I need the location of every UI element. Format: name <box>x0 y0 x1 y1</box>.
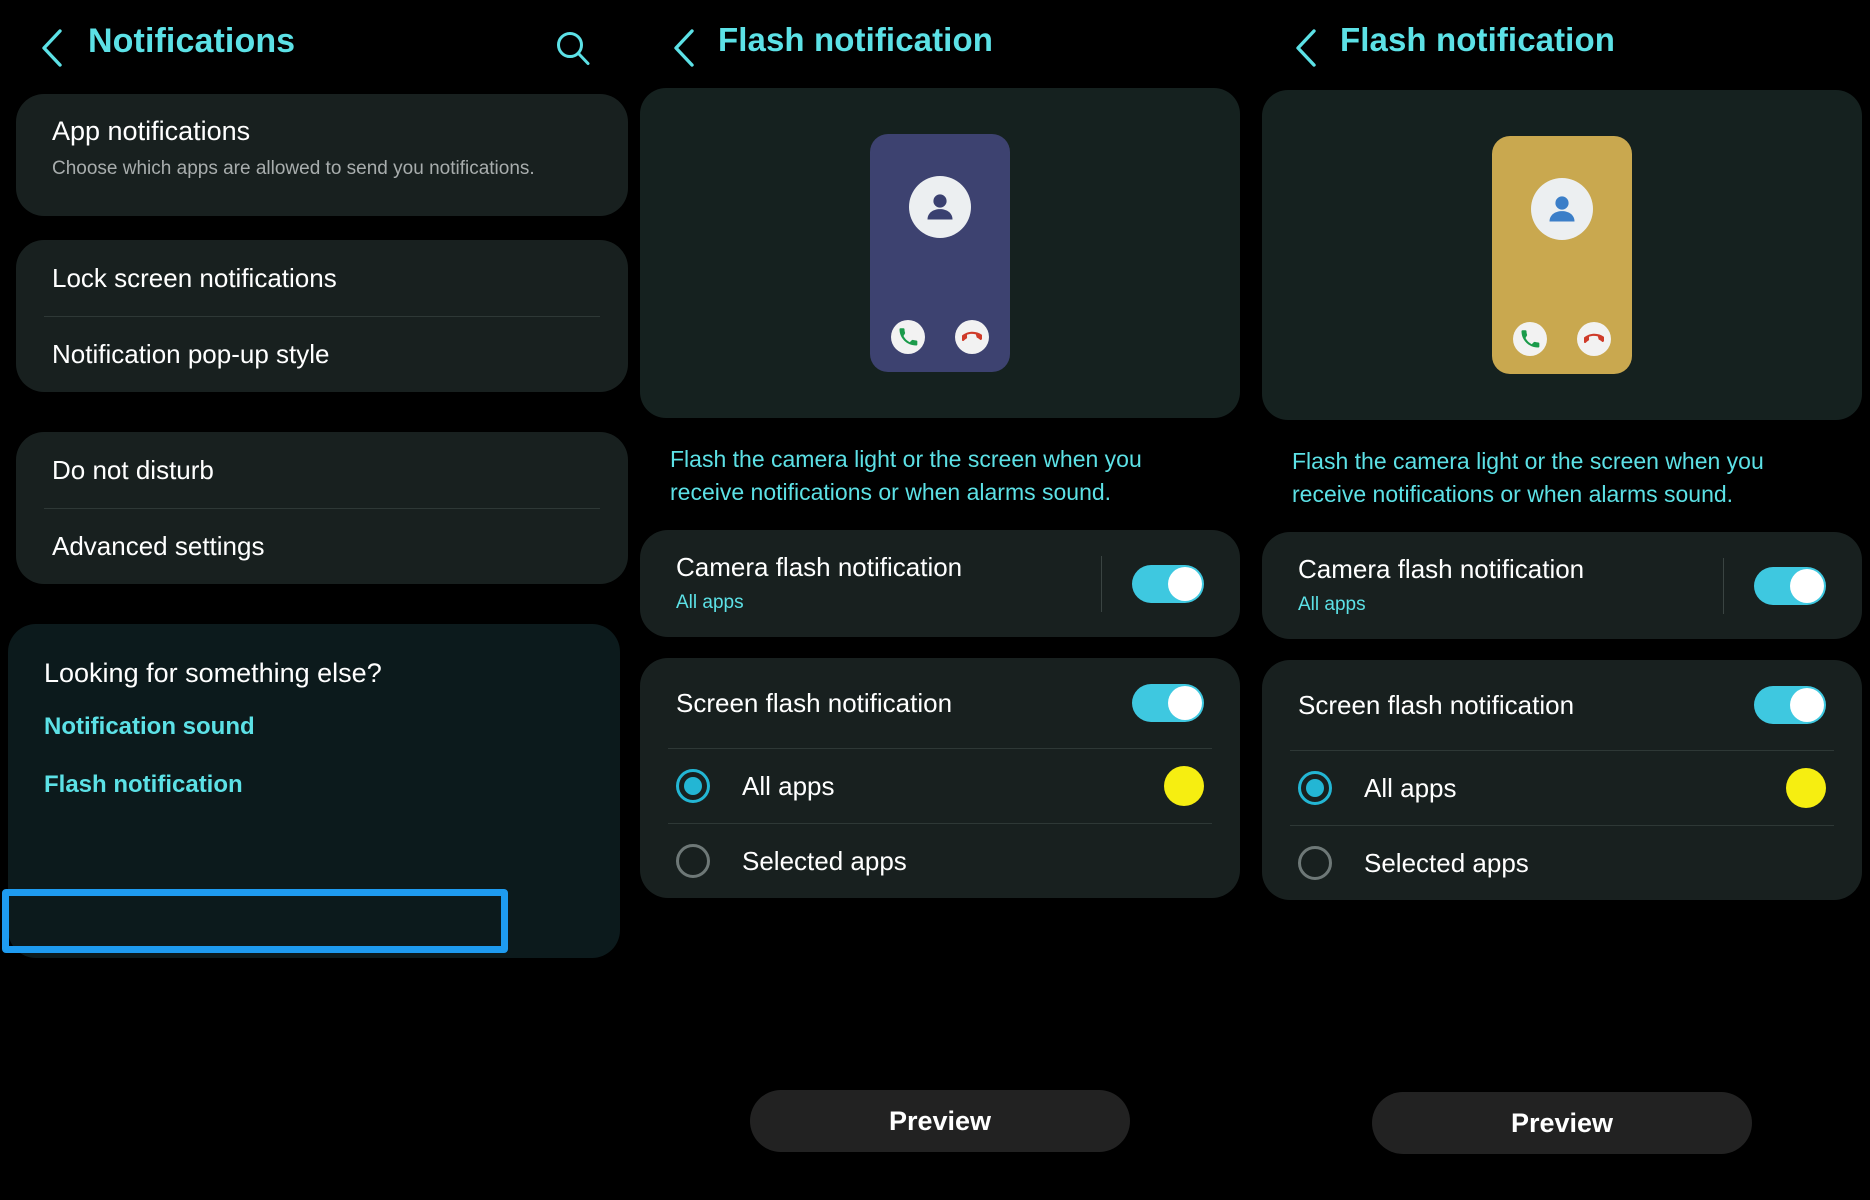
right-header: Flash notification <box>1254 0 1870 96</box>
screen-flash-card: Screen flash notification All apps Selec… <box>1262 660 1862 900</box>
option-label: Selected apps <box>1364 847 1529 878</box>
sidebar-item-app-notifications[interactable]: App notifications Choose which apps are … <box>16 94 628 216</box>
option-all-apps[interactable]: All apps <box>640 749 1240 823</box>
screen-flash-title: Screen flash notification <box>1298 689 1575 720</box>
sidebar-item-label: Advanced settings <box>52 531 265 561</box>
screen-flash-title: Screen flash notification <box>676 687 953 718</box>
page-title: Notifications <box>88 22 296 60</box>
phone-answer-icon[interactable] <box>891 320 925 354</box>
search-icon[interactable] <box>552 28 594 70</box>
screen-flash-card: Screen flash notification All apps Selec… <box>640 658 1240 898</box>
phone-answer-icon[interactable] <box>1513 322 1547 356</box>
page-title: Flash notification <box>1340 21 1615 58</box>
camera-flash-title: Camera flash notification <box>1298 554 1585 585</box>
person-icon <box>1531 178 1593 240</box>
camera-flash-row[interactable]: Camera flash notification All apps <box>1262 532 1862 639</box>
app-notifications-title: App notifications <box>52 116 251 146</box>
vertical-divider <box>1723 557 1724 614</box>
call-buttons <box>870 320 1010 354</box>
screen-flash-row[interactable]: Screen flash notification <box>1262 660 1862 750</box>
sidebar-item-advanced-settings[interactable]: Advanced settings <box>16 509 628 584</box>
phone-preview-card <box>1262 90 1862 420</box>
camera-flash-row[interactable]: Camera flash notification All apps <box>640 530 1240 637</box>
camera-flash-subtitle: All apps <box>676 591 744 613</box>
radio-selected-apps[interactable] <box>676 844 710 878</box>
settings-screenshot: Notifications App notifications Choose w… <box>0 0 1870 1200</box>
panel-flash-notification-b: Flash notification Flash the camera ligh… <box>1254 0 1870 1200</box>
camera-flash-title: Camera flash notification <box>676 552 963 583</box>
card-looking-for-something-else: Looking for something else? Notification… <box>8 624 620 958</box>
radio-all-apps[interactable] <box>1298 771 1332 805</box>
looking-for-something-else-heading: Looking for something else? <box>44 658 382 688</box>
left-header: Notifications <box>0 0 628 96</box>
page-title: Flash notification <box>718 21 993 58</box>
option-label: All apps <box>1364 772 1457 803</box>
radio-selected-apps[interactable] <box>1298 846 1332 880</box>
phone-preview-card <box>640 88 1240 418</box>
camera-flash-card: Camera flash notification All apps <box>640 530 1240 637</box>
card-dnd-group: Do not disturb Advanced settings <box>16 432 628 584</box>
chevron-left-icon[interactable] <box>38 26 68 70</box>
mid-header: Flash notification <box>632 0 1252 96</box>
phone-decline-icon[interactable] <box>1577 322 1611 356</box>
option-label: Selected apps <box>742 845 907 876</box>
chevron-left-icon[interactable] <box>670 26 700 70</box>
camera-flash-toggle[interactable] <box>1754 566 1826 605</box>
sidebar-item-do-not-disturb[interactable]: Do not disturb <box>16 432 628 508</box>
option-selected-apps[interactable]: Selected apps <box>1262 826 1862 900</box>
color-swatch-yellow[interactable] <box>1164 766 1204 806</box>
preview-button[interactable]: Preview <box>1372 1092 1752 1154</box>
color-swatch-yellow[interactable] <box>1786 768 1826 808</box>
phone-mock <box>1492 136 1632 374</box>
option-selected-apps[interactable]: Selected apps <box>640 824 1240 898</box>
sidebar-item-flash-notification[interactable]: Flash notification <box>8 771 620 799</box>
sidebar-item-label: Do not disturb <box>52 454 214 485</box>
sidebar-item-label: Lock screen notifications <box>52 262 337 293</box>
app-notifications-subtitle: Choose which apps are allowed to send yo… <box>52 158 535 179</box>
sidebar-item-label: Notification pop-up style <box>52 339 330 369</box>
panel-notifications: Notifications App notifications Choose w… <box>0 0 628 1200</box>
radio-all-apps[interactable] <box>676 769 710 803</box>
sidebar-item-notification-popup-style[interactable]: Notification pop-up style <box>16 317 628 392</box>
panel-flash-notification-a: Flash notification Flash the camera ligh… <box>632 0 1252 1200</box>
vertical-divider <box>1101 555 1102 612</box>
sidebar-item-lock-screen-notifications[interactable]: Lock screen notifications <box>16 240 628 316</box>
screen-flash-toggle[interactable] <box>1754 686 1826 724</box>
card-lock-group: Lock screen notifications Notification p… <box>16 240 628 392</box>
camera-flash-subtitle: All apps <box>1298 593 1366 615</box>
camera-flash-toggle[interactable] <box>1132 564 1204 603</box>
phone-mock <box>870 134 1010 372</box>
sidebar-item-notification-sound[interactable]: Notification sound <box>8 713 620 741</box>
chevron-left-icon[interactable] <box>1292 26 1322 70</box>
call-buttons <box>1492 322 1632 356</box>
flash-description: Flash the camera light or the screen whe… <box>670 446 1142 505</box>
flash-description: Flash the camera light or the screen whe… <box>1292 448 1764 507</box>
option-label: All apps <box>742 770 835 801</box>
screen-flash-toggle[interactable] <box>1132 684 1204 722</box>
screen-flash-row[interactable]: Screen flash notification <box>640 658 1240 748</box>
person-icon <box>909 176 971 238</box>
camera-flash-card: Camera flash notification All apps <box>1262 532 1862 639</box>
preview-button[interactable]: Preview <box>750 1090 1130 1152</box>
option-all-apps[interactable]: All apps <box>1262 751 1862 825</box>
phone-decline-icon[interactable] <box>955 320 989 354</box>
